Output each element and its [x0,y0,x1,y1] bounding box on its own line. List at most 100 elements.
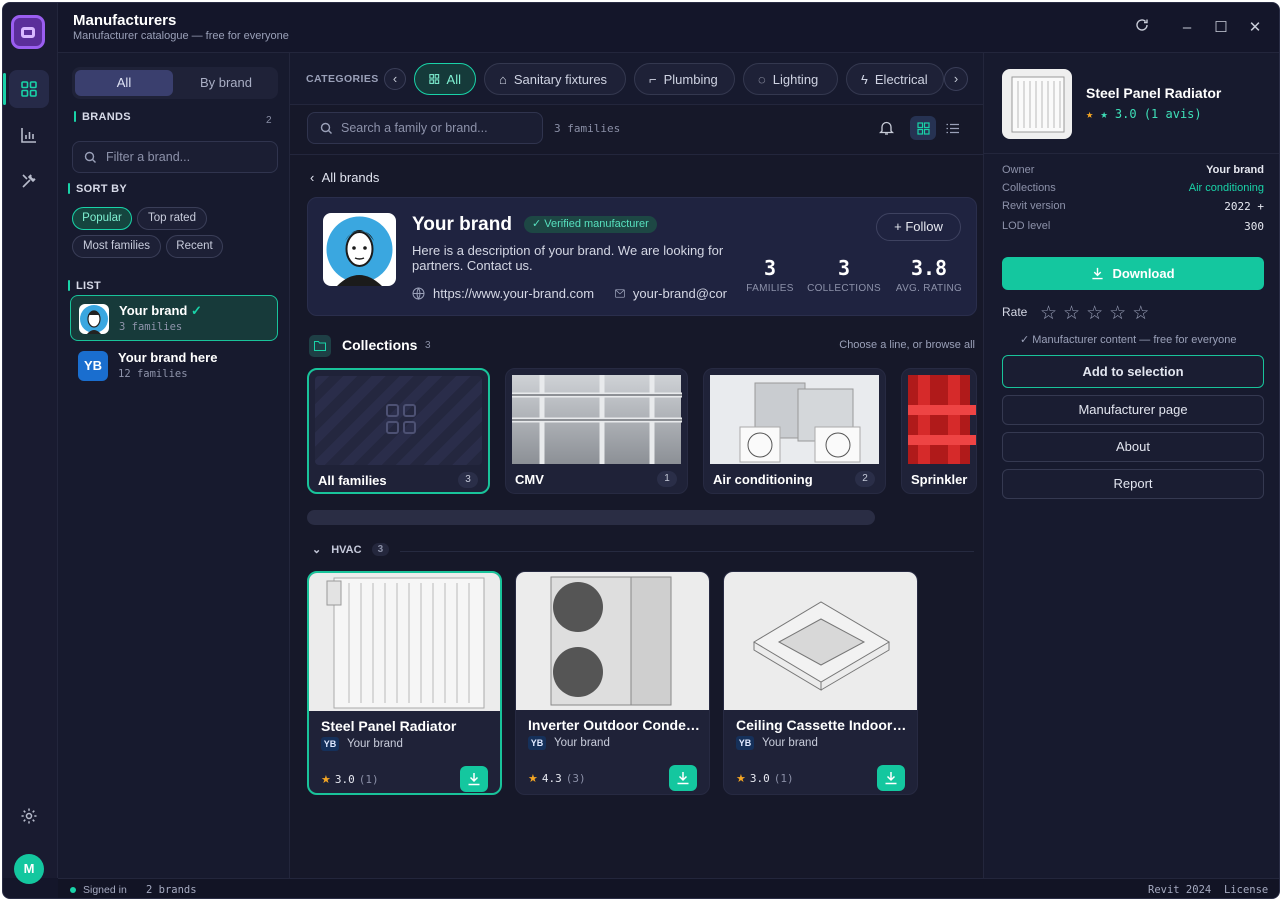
title-bar: Manufacturers Manufacturer catalogue — f… [58,3,1279,53]
brand-item-your-brand-here[interactable]: YB Your brand here 12 families [70,343,278,389]
star-4-icon[interactable]: ☆ [1109,302,1126,325]
group-name: HVAC [331,543,362,556]
maximize-button[interactable]: ☐ [1210,17,1232,39]
grid-icon [21,81,37,97]
bell-icon [878,121,894,135]
add-to-selection-button[interactable]: Add to selection [1002,355,1264,388]
collections-scrollbar[interactable] [307,510,875,525]
sort-most-families[interactable]: Most families [72,235,161,258]
toggle-all[interactable]: All [75,70,173,96]
product-card[interactable]: Inverter Outdoor Condensing Unit YBYour … [515,571,710,795]
category-label: Lighting [772,71,819,87]
product-brand: YB Your brand [321,737,403,751]
sort-popular[interactable]: Popular [72,207,132,230]
category-label: Sanitary fixtures [513,71,608,87]
category-plumbing[interactable]: ⌐ Plumbing [634,63,735,95]
brand-card: Your brand ✓ Verified manufacturer Here … [307,197,977,316]
detail-panel: Steel Panel Radiator ★ ★ 3.0 (1 avis) Ow… [983,53,1279,878]
collections-hint: Choose a line, or browse all [839,339,975,351]
category-label: Plumbing [663,71,718,87]
scroll-right-button[interactable]: › [944,67,968,91]
download-button[interactable] [877,765,905,791]
grid-view-button[interactable] [910,116,936,140]
star-2-icon[interactable]: ☆ [1063,302,1080,325]
about-button[interactable]: About [1002,432,1264,462]
product-name: Ceiling Cassette Indoor Unit [736,717,908,733]
category-all[interactable]: All [414,63,476,95]
refresh-icon [1136,19,1148,31]
notifications-button[interactable] [873,116,899,140]
star-1-icon[interactable]: ☆ [1040,302,1057,325]
bolt-icon: ϟ [861,71,868,87]
detail-thumbnail [1002,69,1072,139]
back-to-brands-link[interactable]: ‹ All brands [310,170,379,185]
pipe-icon: ⌐ [649,71,657,87]
refresh-button[interactable] [1131,17,1153,39]
collection-air-conditioning[interactable]: Air conditioning 2 [703,368,886,494]
status-dot [70,887,76,893]
product-card[interactable]: Ceiling Cassette Indoor Unit YB Your bran… [723,571,918,795]
product-rating: ★ 4.3 (3) [528,772,586,785]
brand-filter-input[interactable]: Filter a brand... [72,141,278,173]
brand-avatar [79,304,109,334]
radiator-image [309,573,500,711]
collection-name: CMV [515,472,544,487]
app-logo [11,15,45,49]
settings-button[interactable] [9,797,49,835]
brand-description: Here is a description of your brand. We … [412,243,724,273]
collection-name: Air conditioning [713,472,813,487]
category-bar: CATEGORIES ‹ All ⌂ Sanitary fixtures ⌐ Plu… [290,53,983,105]
toggle-by-brand[interactable]: By brand [177,70,275,96]
minimize-button[interactable]: – [1176,17,1198,39]
category-lighting[interactable]: ◌ Lighting [743,63,838,95]
list-view-button[interactable] [939,116,965,140]
collection-sprinkler[interactable]: Sprinkler [901,368,977,494]
stat-collections: 3 COLLECTIONS [807,256,881,294]
list-heading: LIST [68,280,101,292]
faucet-icon: ⌂ [499,71,507,87]
brand-item-your-brand[interactable]: Your brand ✓ 3 families [70,295,278,341]
manufacturer-page-button[interactable]: Manufacturer page [1002,395,1264,425]
sort-recent[interactable]: Recent [166,235,223,258]
grid-icon [386,404,416,434]
search-placeholder: Search a family or brand... [341,121,488,135]
tools-nav-button[interactable] [9,162,49,200]
download-icon [885,772,897,785]
detail-rating: ★ ★ 3.0 (1 avis) [1086,107,1202,121]
download-button[interactable] [460,766,488,792]
user-avatar[interactable]: M [14,854,44,884]
download-family-button[interactable]: Download [1002,257,1264,290]
star-5-icon[interactable]: ☆ [1132,302,1149,325]
brand-name: Your brand [119,303,188,318]
mail-icon [615,289,625,298]
signed-in-status: Signed in [83,884,127,896]
brand-email-link[interactable]: your-brand@cor [615,286,727,301]
stats-nav-button[interactable] [9,116,49,154]
app-title: Manufacturers [73,12,177,29]
catalogue-nav-button[interactable] [9,70,49,108]
star-3-icon[interactable]: ☆ [1086,302,1103,325]
license-link[interactable]: License [1224,884,1268,896]
category-electrical[interactable]: ϟ Electrical [846,63,944,95]
product-name: Inverter Outdoor Condensing Unit [528,717,700,733]
brands-status: 2 brands [146,884,197,896]
brand-website-link[interactable]: https://www.your-brand.com [412,286,594,301]
collection-name: Sprinkler [911,472,968,487]
category-sanitary[interactable]: ⌂ Sanitary fixtures [484,63,626,95]
group-header-hvac[interactable]: ⌄ HVAC 3 [312,543,390,556]
star-icon: ★ [528,773,538,785]
air-conditioning-image [710,375,879,464]
scroll-left-button[interactable]: ‹ [384,68,406,90]
report-button[interactable]: Report [1002,469,1264,499]
stat-families: 3 FAMILIES [746,256,794,294]
sort-top-rated[interactable]: Top rated [137,207,207,230]
collection-cmv[interactable]: CMV 1 [505,368,688,494]
product-card[interactable]: Steel Panel Radiator YB Your brand ★ 3.0 (1… [307,571,502,795]
app-window: M Manufacturers Manufacturer catalogue —… [2,2,1280,899]
collection-all-families[interactable]: All families 3 [307,368,490,494]
list-icon [946,123,959,133]
follow-button[interactable]: + Follow [876,213,961,241]
family-search-input[interactable]: Search a family or brand... [307,112,543,144]
download-button[interactable] [669,765,697,791]
close-button[interactable]: ✕ [1244,17,1266,39]
